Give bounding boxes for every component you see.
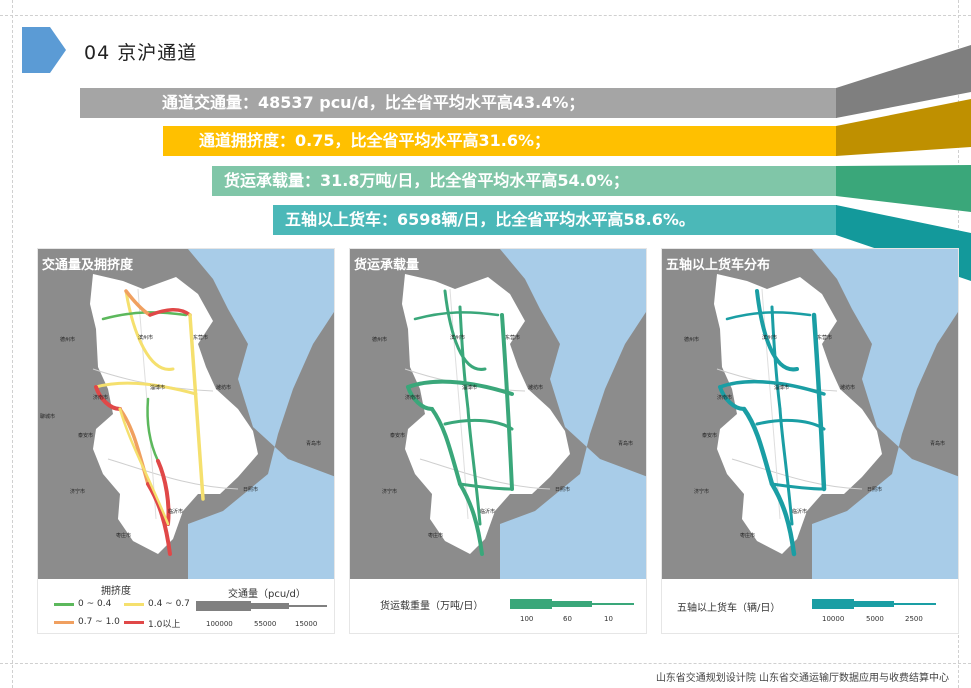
legend-trucks-title: 五轴以上货车（辆/日）: [677, 603, 781, 614]
map-city-label: 济南市: [93, 394, 108, 401]
legend-freight: 货运载重量（万吨/日） 100 60 10: [350, 579, 646, 633]
map-city-label: 潍坊市: [216, 384, 231, 391]
legend-class-label: 0 ~ 0.4: [78, 599, 112, 609]
map-city-label: 聊城市: [40, 414, 56, 420]
legend-trucks-tick: 5000: [866, 615, 884, 623]
legend-swatch-green: [54, 603, 74, 606]
map-panel-freight: 滨州市 东营市 淄博市 潍坊市 济南市 泰安市 济宁市 临沂市 日照市 青岛市 …: [349, 248, 647, 634]
legend-freight-title: 货运载重量（万吨/日）: [380, 601, 484, 612]
map-city-label: 日照市: [867, 486, 882, 493]
legend-freight-tick: 60: [563, 615, 572, 623]
panel-label-heavy-trucks: 五轴以上货车分布: [666, 258, 771, 273]
map-city-label: 泰安市: [702, 432, 717, 439]
map-city-label: 东营市: [817, 334, 832, 341]
map-city-label: 临沂市: [792, 508, 807, 515]
map-city-label: 淄博市: [150, 384, 165, 391]
legend-class-label: 0.7 ~ 1.0: [78, 617, 120, 627]
map-city-label: 泰安市: [78, 432, 93, 439]
map-city-label: 青岛市: [618, 440, 633, 447]
map-panel-traffic-congestion: 滨州市 东营市 淄博市 潍坊市 济南市 泰安市 济宁市 临沂市 日照市 青岛市 …: [37, 248, 335, 634]
page-title: 04 京沪通道: [84, 42, 198, 64]
map-city-label: 淄博市: [774, 384, 789, 391]
map-city-label: 临沂市: [168, 508, 183, 515]
map-city-label: 青岛市: [306, 440, 321, 447]
map-city-label: 日照市: [555, 486, 570, 493]
legend-class-label: 1.0以上: [148, 620, 181, 630]
legend-trucks-scale: [812, 599, 936, 609]
map-city-label: 济南市: [405, 394, 420, 401]
legend-class-label: 0.4 ~ 0.7: [148, 599, 190, 609]
map-city-label: 德州市: [372, 336, 387, 343]
stat-bar-traffic-volume: 通道交通量：48537 pcu/d，比全省平均水平高43.4%；: [80, 88, 837, 118]
left-dashed-rule: [12, 0, 13, 688]
map-city-label: 东营市: [505, 334, 520, 341]
legend-freight-scale: [510, 599, 634, 609]
map-city-label: 滨州市: [762, 334, 777, 341]
map-freight: 滨州市 东营市 淄博市 潍坊市 济南市 泰安市 济宁市 临沂市 日照市 青岛市 …: [350, 249, 646, 579]
legend-freight-tick: 100: [520, 615, 534, 623]
legend-heavy-trucks: 五轴以上货车（辆/日） 10000 5000 2500: [662, 579, 958, 633]
map-city-label: 德州市: [60, 336, 75, 343]
map-city-label: 滨州市: [450, 334, 465, 341]
legend-congestion-title: 拥挤度: [101, 586, 131, 597]
footer-credits: 山东省交通规划设计院 山东省交通运输厅数据应用与收费结算中心: [655, 673, 949, 684]
stat-bar-heavy-trucks: 五轴以上货车：6598辆/日，比全省平均水平高58.6%。: [273, 205, 837, 235]
map-traffic-congestion: 滨州市 东营市 淄博市 潍坊市 济南市 泰安市 济宁市 临沂市 日照市 青岛市 …: [38, 249, 334, 579]
map-city-label: 济宁市: [382, 488, 397, 495]
legend-swatch-orange: [54, 621, 74, 624]
map-heavy-trucks: 滨州市 东营市 淄博市 潍坊市 济南市 泰安市 济宁市 临沂市 日照市 青岛市 …: [662, 249, 958, 579]
map-city-label: 枣庄市: [428, 532, 443, 539]
map-city-label: 德州市: [684, 336, 699, 343]
legend-swatch-red: [124, 621, 144, 624]
map-city-label: 淄博市: [462, 384, 477, 391]
map-city-label: 青岛市: [930, 440, 945, 447]
title-chevron-icon: [22, 27, 66, 73]
legend-trucks-tick: 10000: [822, 615, 845, 623]
map-city-label: 日照市: [243, 486, 258, 493]
legend-volume-tick: 55000: [254, 620, 277, 628]
legend-volume-scale: [196, 601, 327, 611]
map-city-label: 济南市: [717, 394, 732, 401]
map-city-label: 枣庄市: [116, 532, 131, 539]
map-panel-heavy-trucks: 滨州市 东营市 淄博市 潍坊市 济南市 泰安市 济宁市 临沂市 日照市 青岛市 …: [661, 248, 959, 634]
legend-volume-tick: 15000: [295, 620, 318, 628]
legend-volume-tick: 100000: [206, 620, 233, 628]
top-dashed-rule: [0, 15, 971, 16]
map-city-label: 泰安市: [390, 432, 405, 439]
legend-trucks-tick: 2500: [905, 615, 923, 623]
map-city-label: 济宁市: [70, 488, 85, 495]
legend-swatch-yellow: [124, 603, 144, 606]
map-city-label: 枣庄市: [740, 532, 755, 539]
map-city-label: 临沂市: [480, 508, 495, 515]
panel-label-freight: 货运承载量: [354, 258, 420, 273]
map-city-label: 潍坊市: [528, 384, 543, 391]
map-city-label: 东营市: [193, 334, 208, 341]
map-city-label: 潍坊市: [840, 384, 855, 391]
legend-freight-tick: 10: [604, 615, 613, 623]
stat-bar-freight-capacity: 货运承载量：31.8万吨/日，比全省平均水平高54.0%；: [212, 166, 837, 196]
map-city-label: 滨州市: [138, 334, 153, 341]
stat-bar-congestion: 通道拥挤度：0.75，比全省平均水平高31.6%；: [163, 126, 837, 156]
panel-label-traffic-congestion: 交通量及拥挤度: [42, 258, 134, 273]
bottom-dashed-rule: [0, 663, 971, 664]
map-city-label: 济宁市: [694, 488, 709, 495]
legend-traffic-congestion: 拥挤度 0 ~ 0.4 0.4 ~ 0.7 0.7 ~ 1.0 1.0以上 交通…: [38, 579, 334, 633]
legend-volume-title: 交通量（pcu/d）: [228, 589, 306, 600]
